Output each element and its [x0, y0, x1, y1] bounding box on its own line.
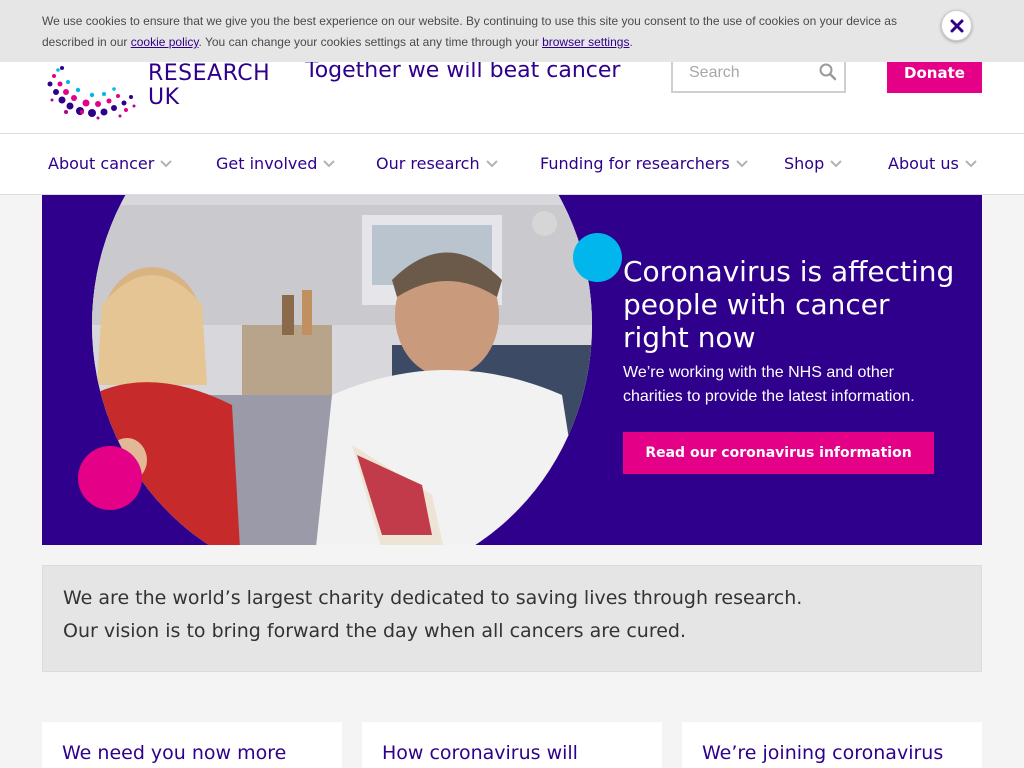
- nav-item-label: Shop: [784, 154, 825, 173]
- nav-item-label: About us: [888, 154, 959, 173]
- nav-item-shop[interactable]: Shop: [784, 154, 842, 173]
- logo-text-uk: UK: [148, 85, 180, 110]
- nav-item-get-involved[interactable]: Get involved: [216, 154, 336, 173]
- decorative-dot-grey: [532, 211, 557, 236]
- cookie-text-middle: . You can change your cookies settings a…: [198, 35, 543, 49]
- chevron-down-icon: [965, 159, 977, 167]
- coronavirus-info-button[interactable]: Read our coronavirus information: [623, 432, 934, 474]
- cookie-message: We use cookies to ensure that we give yo…: [42, 11, 922, 53]
- chevron-down-icon: [323, 159, 336, 167]
- nav-item-label: Our research: [376, 154, 480, 173]
- cookie-banner: We use cookies to ensure that we give yo…: [0, 0, 1024, 62]
- close-icon: [950, 19, 963, 32]
- nav-item-our-research[interactable]: Our research: [376, 154, 498, 173]
- browser-settings-link[interactable]: browser settings: [542, 35, 629, 49]
- cookie-policy-link[interactable]: cookie policy: [131, 35, 199, 49]
- mission-statement: We are the world’s largest charity dedic…: [42, 565, 982, 672]
- card-we-need-you[interactable]: We need you now more: [42, 722, 342, 768]
- hero-photo: [92, 195, 592, 545]
- chevron-down-icon: [485, 159, 498, 167]
- nav-item-label: Get involved: [216, 154, 318, 173]
- card-how-coronavirus-will[interactable]: How coronavirus will: [362, 722, 662, 768]
- hero-illustration: [92, 195, 592, 545]
- card-title[interactable]: How coronavirus will: [382, 742, 578, 764]
- cookie-text-end: .: [629, 35, 633, 49]
- nav-item-label: About cancer: [48, 154, 155, 173]
- logo-text-research: RESEARCH: [148, 61, 271, 86]
- decorative-dot-pink: [78, 446, 142, 510]
- card-title[interactable]: We’re joining coronavirus: [702, 742, 943, 764]
- nav-item-about-us[interactable]: About us: [888, 154, 977, 173]
- decorative-dot-cyan: [573, 233, 622, 282]
- hero-title: Coronavirus is affecting people with can…: [623, 255, 955, 354]
- mission-line-1: We are the world’s largest charity dedic…: [63, 587, 803, 609]
- main-navigation: About cancer Get involved Our research F…: [0, 134, 1024, 195]
- chevron-down-icon: [160, 159, 173, 167]
- nav-item-funding-for-researchers[interactable]: Funding for researchers: [540, 154, 748, 173]
- card-joining-coronavirus[interactable]: We’re joining coronavirus: [682, 722, 982, 768]
- nav-item-about-cancer[interactable]: About cancer: [48, 154, 173, 173]
- card-title[interactable]: We need you now more: [62, 742, 286, 764]
- mission-line-2: Our vision is to bring forward the day w…: [63, 620, 687, 642]
- chevron-down-icon: [830, 159, 842, 167]
- hero-subtitle: We’re working with the NHS and other cha…: [623, 364, 915, 405]
- nav-item-label: Funding for researchers: [540, 154, 730, 173]
- chevron-down-icon: [735, 159, 748, 167]
- close-cookie-button[interactable]: [941, 10, 972, 41]
- search-icon[interactable]: [818, 62, 838, 82]
- hero-banner: Coronavirus is affecting people with can…: [42, 195, 982, 545]
